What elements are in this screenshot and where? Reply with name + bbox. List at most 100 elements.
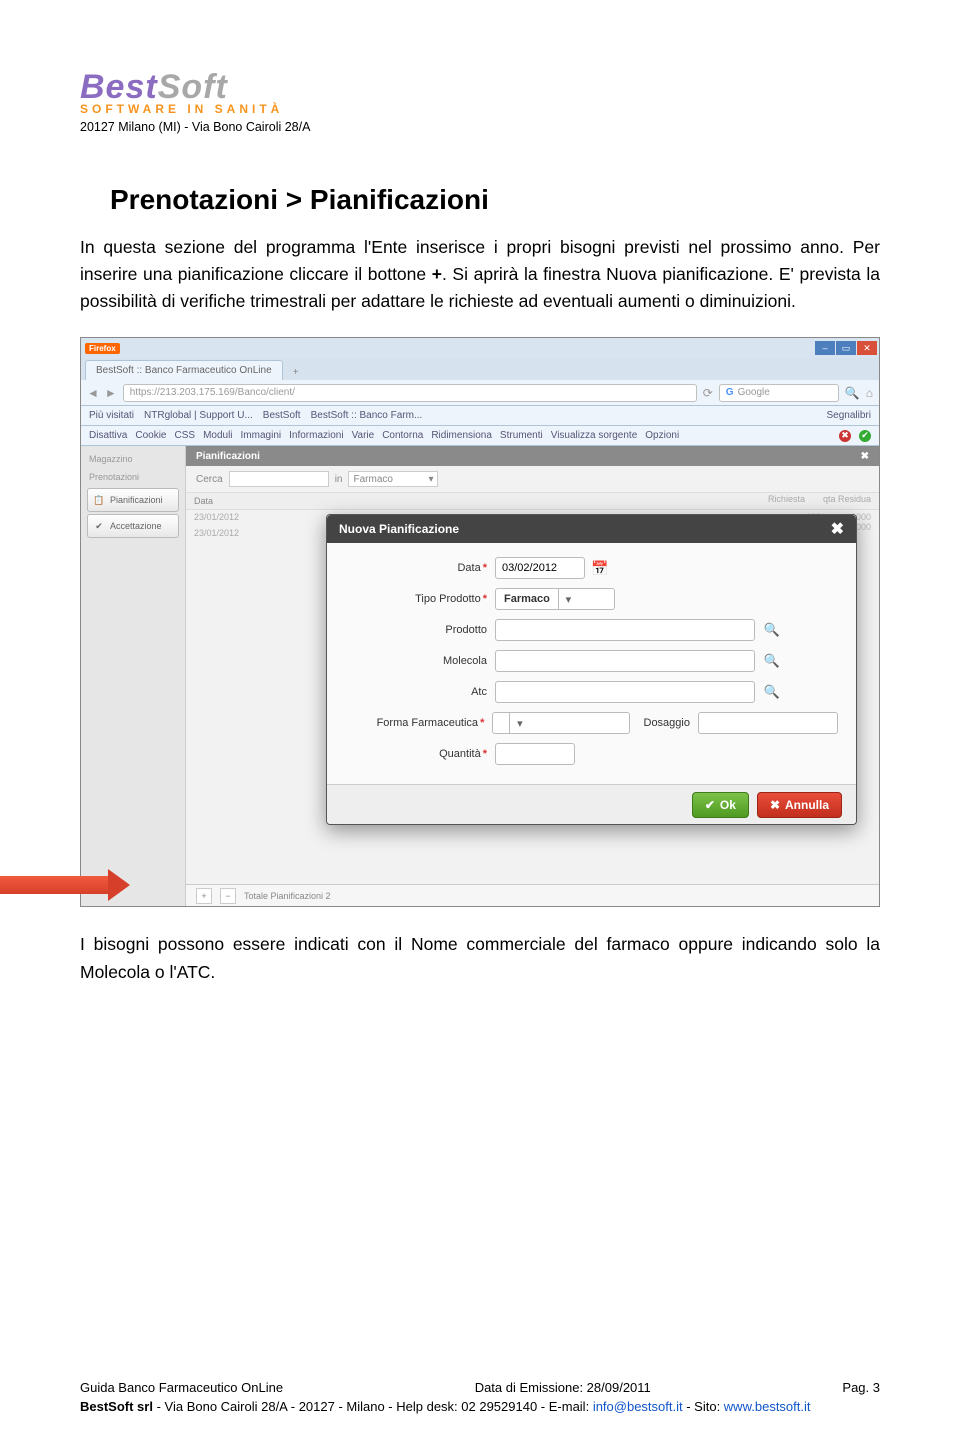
bookmark-item[interactable]: NTRglobal | Support U... — [144, 410, 253, 421]
label-data: Data* — [345, 562, 495, 574]
filter-field-select[interactable]: Farmaco▾ — [348, 471, 438, 487]
url-field[interactable]: https://213.203.175.169/Banco/client/ — [123, 384, 697, 402]
input-molecola[interactable] — [495, 650, 755, 672]
para1-bold: + — [432, 264, 442, 284]
status-total: Totale Pianificazioni 2 — [244, 891, 331, 901]
browser-search-field[interactable]: G Google — [719, 384, 839, 402]
page-footer: Guida Banco Farmaceutico OnLine Data di … — [80, 1380, 880, 1414]
footer-company: BestSoft srl — [80, 1399, 153, 1414]
panel-close-icon[interactable]: ✖ — [861, 451, 869, 462]
dev-error-icon[interactable]: ✖ — [839, 430, 851, 442]
maximize-button[interactable]: ▭ — [836, 341, 856, 355]
modal-footer: ✔ Ok ✖ Annulla — [327, 784, 856, 824]
footer-sep: - Sito: — [683, 1399, 724, 1414]
home-button[interactable]: ⌂ — [866, 386, 873, 400]
input-data[interactable] — [495, 557, 585, 579]
dev-item[interactable]: Ridimensiona — [431, 430, 492, 441]
reload-button[interactable]: ⟳ — [703, 386, 713, 400]
close-icon: ✖ — [770, 798, 780, 812]
dev-item[interactable]: CSS — [175, 430, 196, 441]
footer-site-link[interactable]: www.bestsoft.it — [724, 1399, 811, 1414]
modal-titlebar: Nuova Pianificazione ✖ — [327, 515, 856, 543]
minimize-button[interactable]: – — [815, 341, 835, 355]
label-quantita: Quantità* — [345, 748, 495, 760]
dev-toolbar: Disattiva Cookie CSS Moduli Immagini Inf… — [81, 426, 879, 446]
input-quantita[interactable] — [495, 743, 575, 765]
input-prodotto[interactable] — [495, 619, 755, 641]
dev-item[interactable]: Varie — [352, 430, 375, 441]
logo-soft: Soft — [158, 68, 228, 106]
search-icon[interactable]: 🔍 — [761, 650, 783, 672]
input-dosaggio[interactable] — [698, 712, 838, 734]
dev-item[interactable]: Visualizza sorgente — [551, 430, 638, 441]
new-tab-button[interactable]: + — [287, 364, 305, 380]
close-button[interactable]: ✕ — [857, 341, 877, 355]
select-tipo-prodotto[interactable]: Farmaco ▾ — [495, 588, 615, 610]
footer-contact-text: - Via Bono Cairoli 28/A - 20127 - Milano… — [153, 1399, 593, 1414]
google-icon: G — [726, 387, 734, 398]
window-titlebar: Firefox – ▭ ✕ — [81, 338, 879, 358]
dev-item[interactable]: Informazioni — [289, 430, 343, 441]
search-go-icon[interactable]: 🔍 — [845, 386, 860, 400]
col-richiesta: Richiesta — [768, 494, 805, 504]
select-forma-farmaceutica[interactable]: ▾ — [492, 712, 629, 734]
sidebar-item-pianificazioni[interactable]: 📋 Pianificazioni — [87, 488, 179, 512]
logo-tagline: SOFTWARE IN SANITÀ — [80, 102, 880, 116]
dev-item[interactable]: Disattiva — [89, 430, 127, 441]
footer-page-number: Pag. 3 — [842, 1380, 880, 1395]
ok-button[interactable]: ✔ Ok — [692, 792, 749, 818]
logo-best: Best — [80, 68, 158, 106]
search-icon[interactable]: 🔍 — [761, 619, 783, 641]
dev-item[interactable]: Immagini — [241, 430, 282, 441]
footer-guide-title: Guida Banco Farmaceutico OnLine — [80, 1380, 283, 1395]
cancel-button-label: Annulla — [785, 798, 829, 812]
calendar-icon[interactable]: 📅 — [589, 557, 611, 579]
search-engine-name: Google — [738, 387, 770, 398]
footer-email-link[interactable]: info@bestsoft.it — [593, 1399, 683, 1414]
footer-contact-line: BestSoft srl - Via Bono Cairoli 28/A - 2… — [80, 1399, 880, 1414]
sidebar-item-label: Accettazione — [110, 521, 162, 531]
filter-label: Cerca — [196, 474, 223, 485]
header-address: 20127 Milano (MI) - Via Bono Cairoli 28/… — [80, 120, 880, 134]
dev-item[interactable]: Strumenti — [500, 430, 543, 441]
main-panel: Pianificazioni ✖ Cerca in Farmaco▾ Data — [186, 446, 879, 906]
filter-search-input[interactable] — [229, 471, 329, 487]
modal-close-icon[interactable]: ✖ — [831, 519, 844, 539]
sidebar-section-prenotazioni: Prenotazioni — [81, 468, 185, 486]
forward-button[interactable]: ► — [105, 386, 117, 400]
calendar-icon: 📋 — [92, 493, 106, 507]
dev-item[interactable]: Cookie — [135, 430, 166, 441]
chevron-down-icon: ▾ — [558, 589, 578, 609]
browser-tabs: BestSoft :: Banco Farmaceutico OnLine + — [81, 358, 879, 380]
sidebar-section-magazzino: Magazzino — [81, 450, 185, 468]
bookmark-item[interactable]: BestSoft :: Banco Farm... — [311, 410, 423, 421]
cancel-button[interactable]: ✖ Annulla — [757, 792, 842, 818]
browser-tab-active[interactable]: BestSoft :: Banco Farmaceutico OnLine — [85, 360, 283, 380]
bookmark-item[interactable]: Più visitati — [89, 410, 134, 421]
modal-nuova-pianificazione: Nuova Pianificazione ✖ Data* 📅 Tipo Prod… — [326, 514, 857, 825]
dev-item[interactable]: Contorna — [382, 430, 423, 441]
filter-row: Cerca in Farmaco▾ — [186, 466, 879, 492]
label-tipo-prodotto: Tipo Prodotto* — [345, 593, 495, 605]
remove-button[interactable]: − — [220, 888, 236, 904]
ok-button-label: Ok — [720, 798, 736, 812]
col-data: Data — [186, 493, 266, 509]
check-icon: ✔ — [705, 798, 715, 812]
back-button[interactable]: ◄ — [87, 386, 99, 400]
app-area: Magazzino Prenotazioni 📋 Pianificazioni … — [81, 446, 879, 906]
search-icon[interactable]: 🔍 — [761, 681, 783, 703]
tab-title: BestSoft :: Banco Farmaceutico OnLine — [96, 365, 272, 376]
bookmark-item[interactable]: BestSoft — [263, 410, 301, 421]
firefox-menu-button[interactable]: Firefox — [85, 343, 120, 354]
cell-data: 23/01/2012 — [186, 526, 266, 542]
input-atc[interactable] — [495, 681, 755, 703]
bookmarks-menu[interactable]: Segnalibri — [827, 410, 871, 421]
add-button[interactable]: + — [196, 888, 212, 904]
sidebar-item-accettazione[interactable]: ✔ Accettazione — [87, 514, 179, 538]
screenshot-container: Firefox – ▭ ✕ BestSoft :: Banco Farmaceu… — [80, 337, 880, 907]
chevron-down-icon: ▾ — [428, 474, 433, 485]
label-forma-farmaceutica: Forma Farmaceutica* — [345, 717, 492, 729]
dev-item[interactable]: Opzioni — [645, 430, 679, 441]
dev-ok-icon[interactable]: ✔ — [859, 430, 871, 442]
dev-item[interactable]: Moduli — [203, 430, 232, 441]
